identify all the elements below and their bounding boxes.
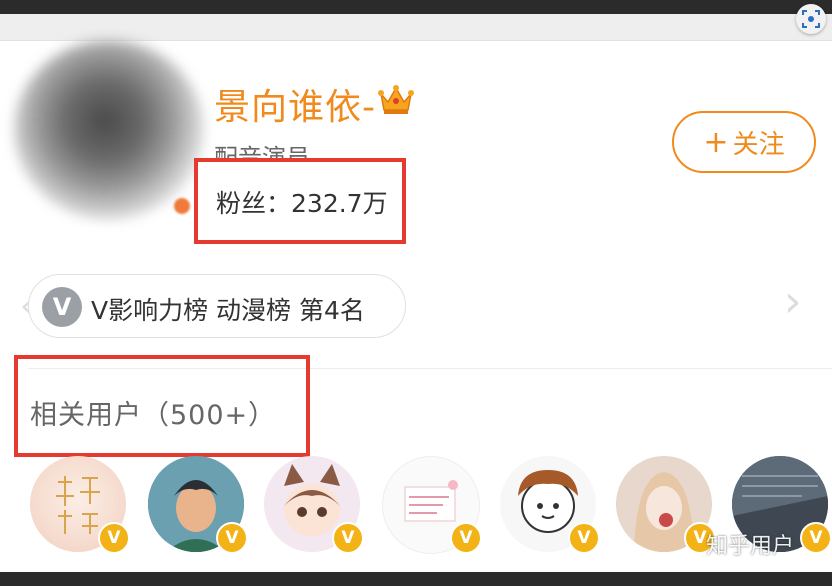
status-band [0,14,832,41]
plus-icon: + [703,124,729,160]
bottom-strip [0,572,832,586]
verified-v-icon: V [450,522,482,554]
verified-v-icon: V [42,287,82,327]
avatar-badge [174,198,190,214]
verified-v-icon: V [98,522,130,554]
top-strip [0,0,832,14]
fans-highlight-box: 粉丝：232.7万 [194,158,406,244]
crown-icon [378,85,414,114]
follow-button[interactable]: + 关注 [672,111,816,173]
rank-text: V影响力榜 动漫榜 第4名 [91,296,365,325]
watermark: 知乎用户 [706,534,795,559]
verified-v-icon: V [800,522,832,554]
related-users-title[interactable]: 相关用户（500+） [30,393,276,432]
fans-value: 232.7万 [291,189,388,218]
fans-label: 粉丝： [216,189,292,218]
fans-count: 粉丝：232.7万 [216,184,388,220]
verified-v-icon: V [216,522,248,554]
verified-v-icon: V [568,522,600,554]
avatar[interactable] [14,40,204,220]
profile-role: 配音演员 [214,144,310,160]
influence-rank-chip[interactable]: V V影响力榜 动漫榜 第4名 [28,274,406,338]
scan-button[interactable] [796,4,826,34]
scan-icon [802,10,820,28]
verified-v-icon: V [332,522,364,554]
related-highlight-box: 相关用户（500+） [14,355,310,457]
chevron-right-icon[interactable]: › [784,276,802,327]
follow-label: 关注 [732,129,785,160]
profile-nickname: 景向谁依- [214,87,376,128]
